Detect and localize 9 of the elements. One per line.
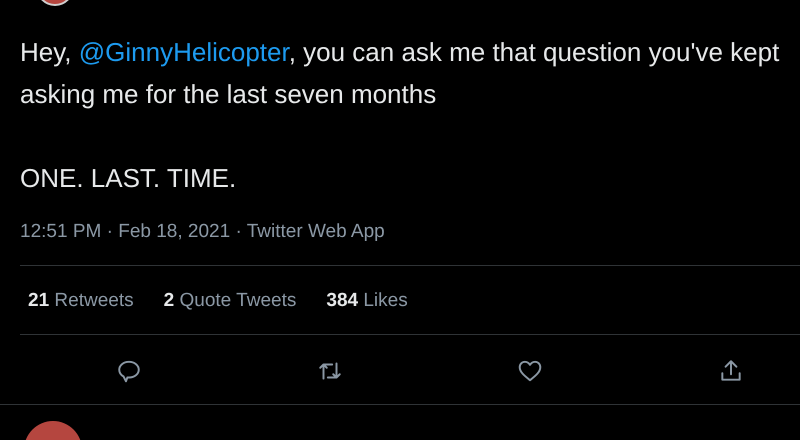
tweet-text: Hey, @GinnyHelicopter, you can ask me that question you've kept asking me for the last seven months [20,36,780,111]
stat-link[interactable]: 21 Retweets [28,290,134,312]
heart-icon[interactable] [517,358,544,384]
tweet-text: ONE. LAST. TIME. [20,162,238,195]
mention-link[interactable]: @GinnyHelicopter [78,37,289,67]
stat-link[interactable]: 384 Likes [326,290,408,312]
tweet-timestamp[interactable]: 12:51 PM · Feb 18, 2021 · Twitter Web App [20,221,800,243]
reply-icon[interactable] [116,358,142,384]
stat-link[interactable]: 2 Quote Tweets [164,290,296,312]
